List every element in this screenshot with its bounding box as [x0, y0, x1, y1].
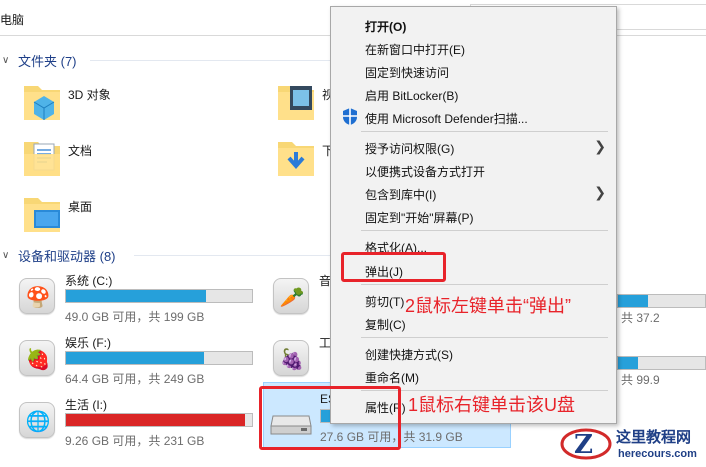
group-divider — [134, 255, 330, 256]
drive-item-partial[interactable]: 🥕 音 — [273, 272, 333, 326]
chevron-down-icon: ∨ — [2, 249, 10, 261]
drive-usage-bar — [65, 351, 253, 365]
drive-usage-bar — [617, 356, 706, 370]
drive-item-i[interactable]: 🌐 生活 (I:) 9.26 GB 可用，共 231 GB — [19, 396, 259, 450]
drives-group-label: 设备和驱动器 (8) — [18, 248, 116, 264]
usb-highlight-box — [259, 386, 401, 450]
menu-item-defender-scan[interactable]: 使用 Microsoft Defender扫描... — [331, 105, 616, 128]
folder-item-3d-objects[interactable]: 3D 对象 — [22, 80, 222, 130]
drive-item-partial[interactable]: 🍇 工 — [273, 334, 333, 388]
drive-free-space: 共 99.9 — [621, 373, 660, 387]
annotation-step1: 1鼠标右键单击该U盘 — [408, 395, 576, 415]
eject-highlight-box — [341, 252, 446, 282]
defender-shield-icon — [343, 108, 357, 125]
folder-item-downloads[interactable]: 下 — [276, 136, 336, 186]
menu-item-open[interactable]: 打开(O) — [331, 13, 616, 36]
menu-separator — [361, 230, 608, 231]
drive-name: 生活 (I:) — [65, 398, 107, 412]
grapes-icon: 🍇 — [273, 340, 309, 376]
folders-group-header[interactable]: ∨ 文件夹 (7) — [0, 50, 77, 70]
drive-name: 系统 (C:) — [65, 274, 113, 288]
drive-usage-bar — [617, 294, 706, 308]
watermark: Z 这里教程网 herecours.com — [558, 420, 706, 467]
svg-text:Z: Z — [574, 430, 593, 460]
videos-folder-icon — [278, 86, 314, 120]
drive-usage-fill — [66, 352, 204, 364]
drives-group-header[interactable]: ∨ 设备和驱动器 (8) — [0, 245, 116, 265]
drive-usage-fill — [66, 414, 245, 426]
mushroom-icon: 🍄 — [19, 278, 55, 314]
folder-label: 3D 对象 — [68, 88, 111, 102]
watermark-title: 这里教程网 — [616, 428, 692, 446]
drive-usage-bar — [65, 289, 253, 303]
menu-item-open-portable[interactable]: 以便携式设备方式打开 — [331, 158, 616, 181]
desktop-folder-icon — [24, 198, 60, 232]
folder-item-documents[interactable]: 文档 — [22, 136, 222, 186]
watermark-url: herecours.com — [618, 448, 697, 460]
menu-item-create-shortcut[interactable]: 创建快捷方式(S) — [331, 341, 616, 364]
folder-item-desktop[interactable]: 桌面 — [22, 192, 222, 242]
downloads-folder-icon — [278, 142, 314, 176]
drive-usage-fill — [618, 357, 638, 369]
drive-name: 娱乐 (F:) — [65, 336, 111, 350]
drive-item-f[interactable]: 🍓 娱乐 (F:) 64.4 GB 可用，共 249 GB — [19, 334, 259, 388]
folder-label: 文档 — [68, 144, 93, 158]
drive-usage-fill — [618, 295, 648, 307]
context-menu: 打开(O) 在新窗口中打开(E) 固定到快速访问 启用 BitLocker(B)… — [330, 6, 617, 424]
menu-item-grant-access[interactable]: 授予访问权限(G) ❯ — [331, 135, 616, 158]
menu-separator — [361, 131, 608, 132]
folder-label: 桌面 — [68, 200, 93, 214]
carrot-icon: 🥕 — [273, 278, 309, 314]
menu-item-pin-start[interactable]: 固定到"开始"屏幕(P) — [331, 204, 616, 227]
group-divider — [90, 60, 330, 61]
drive-usage-bar — [65, 413, 253, 427]
menu-separator — [361, 284, 608, 285]
drive-usage-fill — [66, 290, 206, 302]
menu-item-rename[interactable]: 重命名(M) — [331, 364, 616, 387]
address-text: 电脑 — [0, 13, 25, 27]
globe-icon: 🌐 — [19, 402, 55, 438]
menu-item-pin-quick-access[interactable]: 固定到快速访问 — [331, 59, 616, 82]
drive-item-c[interactable]: 🍄 系统 (C:) 49.0 GB 可用，共 199 GB — [19, 272, 259, 326]
documents-folder-icon — [24, 142, 60, 176]
menu-separator — [361, 337, 608, 338]
folders-group-label: 文件夹 (7) — [18, 53, 77, 69]
chevron-down-icon: ∨ — [2, 54, 10, 66]
menu-item-open-new-window[interactable]: 在新窗口中打开(E) — [331, 36, 616, 59]
watermark-logo-icon: Z — [560, 428, 612, 460]
menu-item-include-library[interactable]: 包含到库中(I) ❯ — [331, 181, 616, 204]
drive-free-space: 49.0 GB 可用，共 199 GB — [65, 310, 205, 324]
chevron-right-icon: ❯ — [594, 138, 606, 154]
folder-item-videos[interactable]: 视 — [276, 80, 336, 130]
3d-objects-folder-icon — [24, 86, 60, 120]
chevron-right-icon: ❯ — [594, 184, 606, 200]
menu-item-bitlocker[interactable]: 启用 BitLocker(B) — [331, 82, 616, 105]
drive-free-space: 64.4 GB 可用，共 249 GB — [65, 372, 205, 386]
drive-free-space: 共 37.2 — [621, 311, 660, 325]
annotation-step2: 2鼠标左键单击“弹出” — [405, 296, 571, 316]
drive-free-space: 9.26 GB 可用，共 231 GB — [65, 434, 205, 448]
strawberry-icon: 🍓 — [19, 340, 55, 376]
